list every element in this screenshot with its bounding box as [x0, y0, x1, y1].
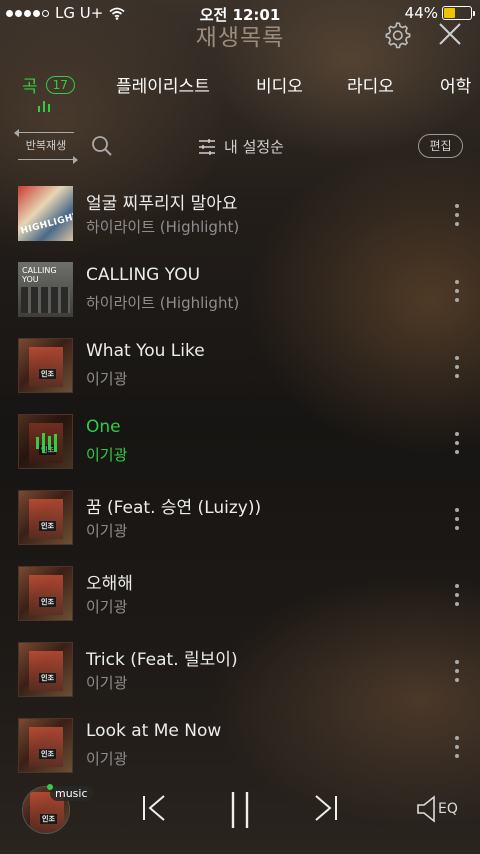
more-options-icon[interactable]: [450, 736, 464, 758]
song-title: 오해해: [86, 574, 133, 594]
song-artist: 이기광: [86, 750, 128, 768]
more-options-icon[interactable]: [450, 356, 464, 378]
song-artist: 하이라이트 (Highlight): [86, 294, 240, 312]
album-cover-text: 인조: [39, 749, 56, 759]
song-artist: 하이라이트 (Highlight): [86, 218, 240, 236]
song-row[interactable]: 인조 Trick (Feat. 릴보이) 이기광: [0, 632, 480, 708]
tab-radio[interactable]: 라디오: [347, 72, 394, 97]
song-title: Look at Me Now: [86, 721, 222, 741]
song-row[interactable]: 인조 꿈 (Feat. 승연 (Luizy)) 이기광: [0, 480, 480, 556]
song-title: One: [86, 417, 121, 437]
song-count-badge: 17: [45, 75, 75, 94]
more-options-icon[interactable]: [450, 508, 464, 530]
album-cover: 인조: [18, 642, 73, 697]
album-cover: 인조: [18, 490, 73, 545]
mini-player: 인조 music EQ: [0, 770, 480, 854]
more-options-icon[interactable]: [450, 584, 464, 606]
tab-songs[interactable]: 곡 17: [22, 72, 75, 97]
tab-video[interactable]: 비디오: [256, 72, 303, 97]
album-cover: 인조: [18, 566, 73, 621]
song-artist: 이기광: [86, 522, 128, 540]
battery-level: [444, 8, 456, 18]
album-cover-text: 인조: [39, 369, 56, 379]
song-title: 꿈 (Feat. 승연 (Luizy)): [86, 498, 262, 518]
album-cover: 인조: [18, 718, 73, 773]
repeat-button[interactable]: 반복재생: [18, 132, 78, 164]
album-cover-text: HIGHLIGHT: [19, 211, 73, 237]
previous-button[interactable]: [140, 790, 168, 830]
close-icon: [439, 23, 461, 45]
song-artist: 이기광: [86, 370, 128, 388]
next-button[interactable]: [312, 790, 340, 830]
sliders-icon: [199, 138, 215, 155]
album-cover: 인조: [18, 338, 73, 393]
song-artist: 이기광: [86, 598, 128, 616]
next-icon: [315, 795, 337, 821]
pause-button[interactable]: [228, 790, 252, 834]
active-tab-indicator: [38, 100, 50, 112]
song-list: HIGHLIGHT 얼굴 찌푸리지 말아요 하이라이트 (Highlight) …: [0, 176, 480, 784]
settings-button[interactable]: [382, 20, 412, 50]
now-playing-icon: [19, 415, 72, 468]
song-row[interactable]: 인조 What You Like 이기광: [0, 328, 480, 404]
tab-language[interactable]: 어학: [440, 72, 471, 97]
song-title: Trick (Feat. 릴보이): [86, 650, 238, 670]
song-title: CALLING YOU: [86, 265, 201, 285]
song-artist: 이기광: [86, 446, 128, 464]
album-cover-text: 인조: [40, 814, 57, 824]
album-cover-text: CALLING YOU: [22, 266, 57, 284]
close-button[interactable]: [436, 20, 464, 48]
album-cover-text: 인조: [39, 673, 56, 683]
song-row-now-playing[interactable]: 인조 One 이기광: [0, 404, 480, 480]
album-cover: 인조: [18, 414, 73, 469]
music-badge: music: [47, 784, 93, 801]
search-icon: [92, 136, 112, 156]
song-title: What You Like: [86, 341, 205, 361]
sort-button[interactable]: 내 설정순: [198, 136, 284, 157]
album-cover: HIGHLIGHT: [18, 186, 73, 241]
previous-icon: [143, 795, 165, 821]
speaker-icon: [417, 795, 435, 823]
tab-songs-label: 곡: [22, 77, 38, 97]
pause-icon: [231, 792, 249, 828]
song-row[interactable]: HIGHLIGHT 얼굴 찌푸리지 말아요 하이라이트 (Highlight): [0, 176, 480, 252]
song-artist: 이기광: [86, 674, 128, 692]
search-button[interactable]: [90, 134, 114, 158]
album-cover: CALLING YOU: [18, 262, 73, 317]
edit-button[interactable]: 편집: [418, 134, 463, 158]
album-cover-text: 인조: [39, 597, 56, 607]
gear-icon: [385, 22, 411, 49]
eq-button[interactable]: EQ: [416, 794, 458, 824]
song-title: 얼굴 찌푸리지 말아요: [86, 194, 238, 214]
tab-bar: 곡 17 플레이리스트 비디오 라디오 어학: [0, 60, 480, 120]
album-cover-text: 인조: [39, 521, 56, 531]
more-options-icon[interactable]: [450, 660, 464, 682]
more-options-icon[interactable]: [450, 432, 464, 454]
list-toolbar: 반복재생 내 설정순 편집: [0, 128, 480, 164]
song-row[interactable]: 인조 오해해 이기광: [0, 556, 480, 632]
tab-playlist[interactable]: 플레이리스트: [116, 72, 210, 97]
sort-label: 내 설정순: [224, 138, 284, 156]
song-row[interactable]: CALLING YOU CALLING YOU 하이라이트 (Highlight…: [0, 252, 480, 328]
eq-label: EQ: [438, 801, 458, 817]
more-options-icon[interactable]: [450, 204, 464, 226]
more-options-icon[interactable]: [450, 280, 464, 302]
